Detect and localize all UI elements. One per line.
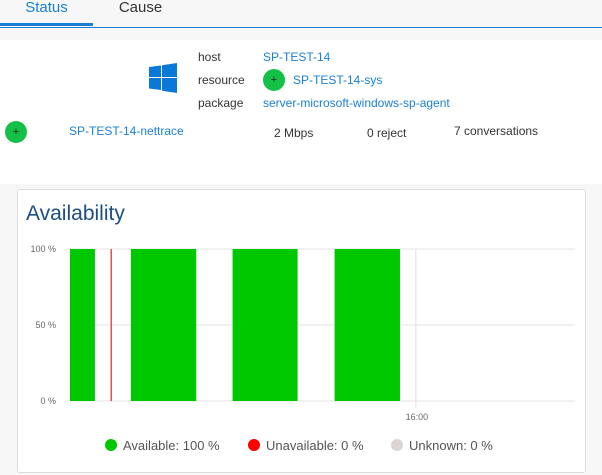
legend-available[interactable]: Available: 100 % <box>105 438 220 453</box>
available-bar <box>130 249 197 401</box>
status-ok-icon: + <box>5 121 27 143</box>
availability-chart: 0 % 50 % 100 % 16:00 <box>30 244 575 422</box>
nettrace-conversations: 7 conversations <box>454 124 539 138</box>
legend-dot-icon <box>105 439 117 451</box>
tab-status[interactable]: Status <box>0 0 93 26</box>
legend-dot-icon <box>248 439 260 451</box>
available-bar <box>334 249 400 401</box>
y-tick-label: 0 % <box>40 396 56 406</box>
nettrace-link[interactable]: SP-TEST-14-nettrace <box>69 124 184 138</box>
x-tick-label: 16:00 <box>406 412 429 422</box>
y-tick-label: 100 % <box>30 244 56 254</box>
legend-label: Unknown: 0 % <box>409 438 493 453</box>
windows-logo-icon <box>149 63 177 93</box>
legend-label: Unavailable: 0 % <box>266 438 364 453</box>
host-info-panel: host SP-TEST-14 resource + SP-TEST-14-sy… <box>0 40 602 184</box>
availability-card: Availability 0 % 50 % 100 % 16:00 Available… <box>17 189 586 473</box>
legend-unknown[interactable]: Unknown: 0 % <box>391 438 493 453</box>
host-label: host <box>198 50 221 64</box>
available-bar <box>232 249 298 401</box>
legend-dot-icon <box>391 439 403 451</box>
resource-link[interactable]: SP-TEST-14-sys <box>293 73 382 87</box>
package-label: package <box>198 96 244 110</box>
tab-bar: Status Cause <box>0 0 602 28</box>
host-link[interactable]: SP-TEST-14 <box>263 50 330 64</box>
legend-label: Available: 100 % <box>123 438 220 453</box>
nettrace-reject: 0 reject <box>367 126 407 140</box>
available-bar <box>70 249 95 401</box>
tab-cause[interactable]: Cause <box>93 0 188 26</box>
status-ok-icon: + <box>263 69 285 91</box>
y-tick-label: 50 % <box>35 320 56 330</box>
nettrace-rate: 2 Mbps <box>274 126 314 140</box>
package-link[interactable]: server-microsoft-windows-sp-agent <box>263 96 450 110</box>
legend-unavailable[interactable]: Unavailable: 0 % <box>248 438 364 453</box>
resource-label: resource <box>198 73 245 87</box>
